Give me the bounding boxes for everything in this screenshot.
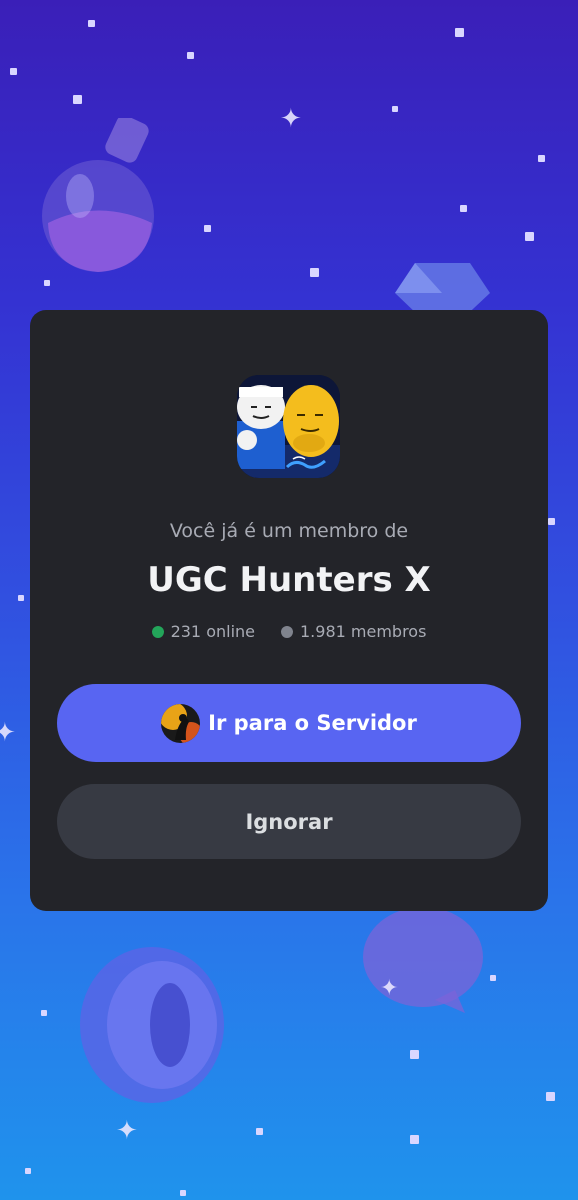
go-to-server-label: Ir para o Servidor [208, 711, 417, 735]
star-dot [548, 518, 555, 525]
star-dot [10, 68, 17, 75]
star-dot [88, 20, 95, 27]
member-count: 1.981 membros [300, 622, 427, 641]
invite-card: Você já é um membro de UGC Hunters X 231… [30, 310, 548, 911]
star-dot [73, 95, 82, 104]
star-dot [310, 268, 319, 277]
coin-decoration [80, 947, 224, 1103]
user-avatar-icon [161, 703, 201, 743]
sparkle-icon: ✦ [380, 976, 399, 1001]
star-dot [180, 1190, 186, 1196]
sparkle-icon: ✦ [280, 104, 302, 134]
server-icon-image [237, 375, 340, 478]
online-stat: 231 online [151, 622, 255, 641]
server-name: UGC Hunters X [147, 560, 431, 600]
star-dot [538, 155, 545, 162]
chat-bubble-decoration [363, 907, 483, 1013]
star-dot [525, 232, 534, 241]
star-dot [392, 106, 398, 112]
background: ✦ ✦ ✦ ✦ Você já é um membro de UGC Hunte… [0, 0, 578, 1200]
sparkle-icon: ✦ [116, 1116, 138, 1146]
star-dot [18, 595, 24, 601]
star-dot [460, 205, 467, 212]
star-dot [41, 1010, 47, 1016]
members-stat: 1.981 membros [281, 622, 426, 641]
star-dot [187, 52, 194, 59]
server-icon [237, 375, 340, 478]
avatar [161, 703, 201, 743]
sparkle-icon: ✦ [0, 718, 16, 748]
online-count: 231 online [170, 622, 255, 641]
members-dot-icon [281, 625, 293, 638]
star-dot [25, 1168, 31, 1174]
ignore-label: Ignorar [245, 809, 333, 834]
star-dot [410, 1050, 419, 1059]
star-dot [410, 1135, 419, 1144]
star-dot [204, 225, 211, 232]
potion-flask-decoration [42, 118, 154, 272]
server-stats: 231 online 1.981 membros [30, 622, 548, 641]
star-dot [546, 1092, 555, 1101]
star-dot [256, 1128, 263, 1135]
go-to-server-button[interactable]: Ir para o Servidor [57, 684, 521, 762]
star-dot [490, 975, 496, 981]
ignore-button[interactable]: Ignorar [57, 784, 521, 859]
star-dot [44, 280, 50, 286]
invite-subtitle: Você já é um membro de [169, 520, 409, 542]
star-dot [455, 28, 464, 37]
online-dot-icon [151, 625, 164, 638]
